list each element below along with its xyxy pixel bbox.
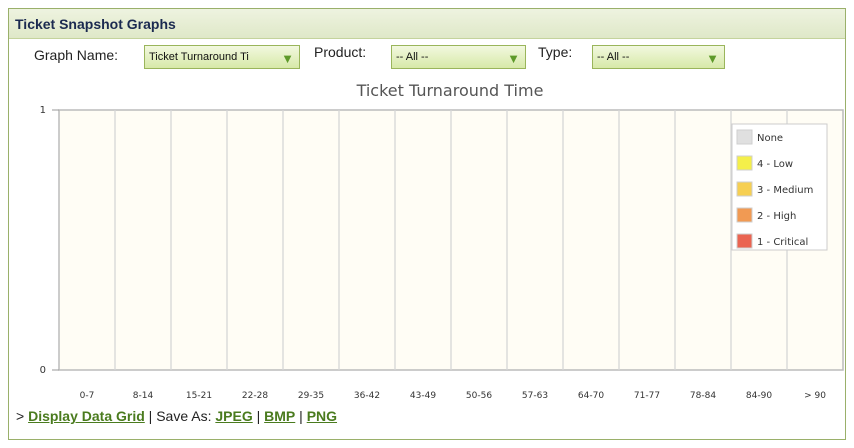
legend-label: 2 - High	[757, 211, 796, 222]
x-tick-label: 15-21	[186, 391, 212, 401]
legend-swatch	[736, 129, 753, 145]
x-tick-label: 64-70	[578, 391, 604, 401]
chart-title: Ticket Turnaround Time	[356, 81, 544, 100]
legend-label: 4 - Low	[757, 159, 793, 170]
legend-swatch	[736, 181, 753, 197]
separator: |	[252, 408, 265, 424]
legend-label: None	[757, 133, 783, 144]
legend-swatch	[736, 233, 753, 249]
x-tick-label: 29-35	[298, 391, 324, 401]
footer-prefix: >	[16, 408, 29, 424]
legend: None 4 - Low 3 - Medium 2 - High 1 - Critica…	[731, 123, 828, 251]
save-as-label: Save As:	[156, 408, 216, 424]
x-tick-label: 71-77	[634, 391, 660, 401]
x-tick-label: 57-63	[522, 391, 548, 401]
save-png-link[interactable]: PNG	[307, 408, 337, 424]
turnaround-chart: Ticket Turnaround Time 01 0-7 8-14 15-21 22…	[40, 81, 844, 401]
legend-swatch	[736, 207, 753, 223]
x-tick-label: 43-49	[410, 391, 436, 401]
x-axis: 0-7 8-14 15-21 22-28 29-35 36-42 43-49 50-56 57-…	[80, 391, 827, 401]
x-tick-label: 8-14	[133, 391, 154, 401]
legend-label: 3 - Medium	[757, 185, 813, 196]
legend-swatch	[736, 155, 753, 171]
footer-links: > Display Data Grid | Save As: JPEG | BM…	[16, 408, 337, 424]
display-data-grid-link[interactable]: Display Data Grid	[28, 408, 145, 424]
y-tick-label: 0	[40, 365, 46, 376]
x-tick-label: > 90	[804, 391, 826, 401]
legend-label: 1 - Critical	[757, 237, 808, 248]
x-tick-label: 84-90	[746, 391, 772, 401]
save-bmp-link[interactable]: BMP	[264, 408, 295, 424]
x-tick-label: 0-7	[80, 391, 95, 401]
y-axis: 01	[40, 105, 59, 376]
x-tick-label: 22-28	[242, 391, 268, 401]
x-tick-label: 50-56	[466, 391, 492, 401]
x-tick-label: 78-84	[690, 391, 716, 401]
y-tick-label: 1	[40, 105, 46, 116]
save-jpeg-link[interactable]: JPEG	[215, 408, 252, 424]
x-tick-label: 36-42	[354, 391, 380, 401]
separator: |	[144, 408, 157, 424]
separator: |	[295, 408, 307, 424]
